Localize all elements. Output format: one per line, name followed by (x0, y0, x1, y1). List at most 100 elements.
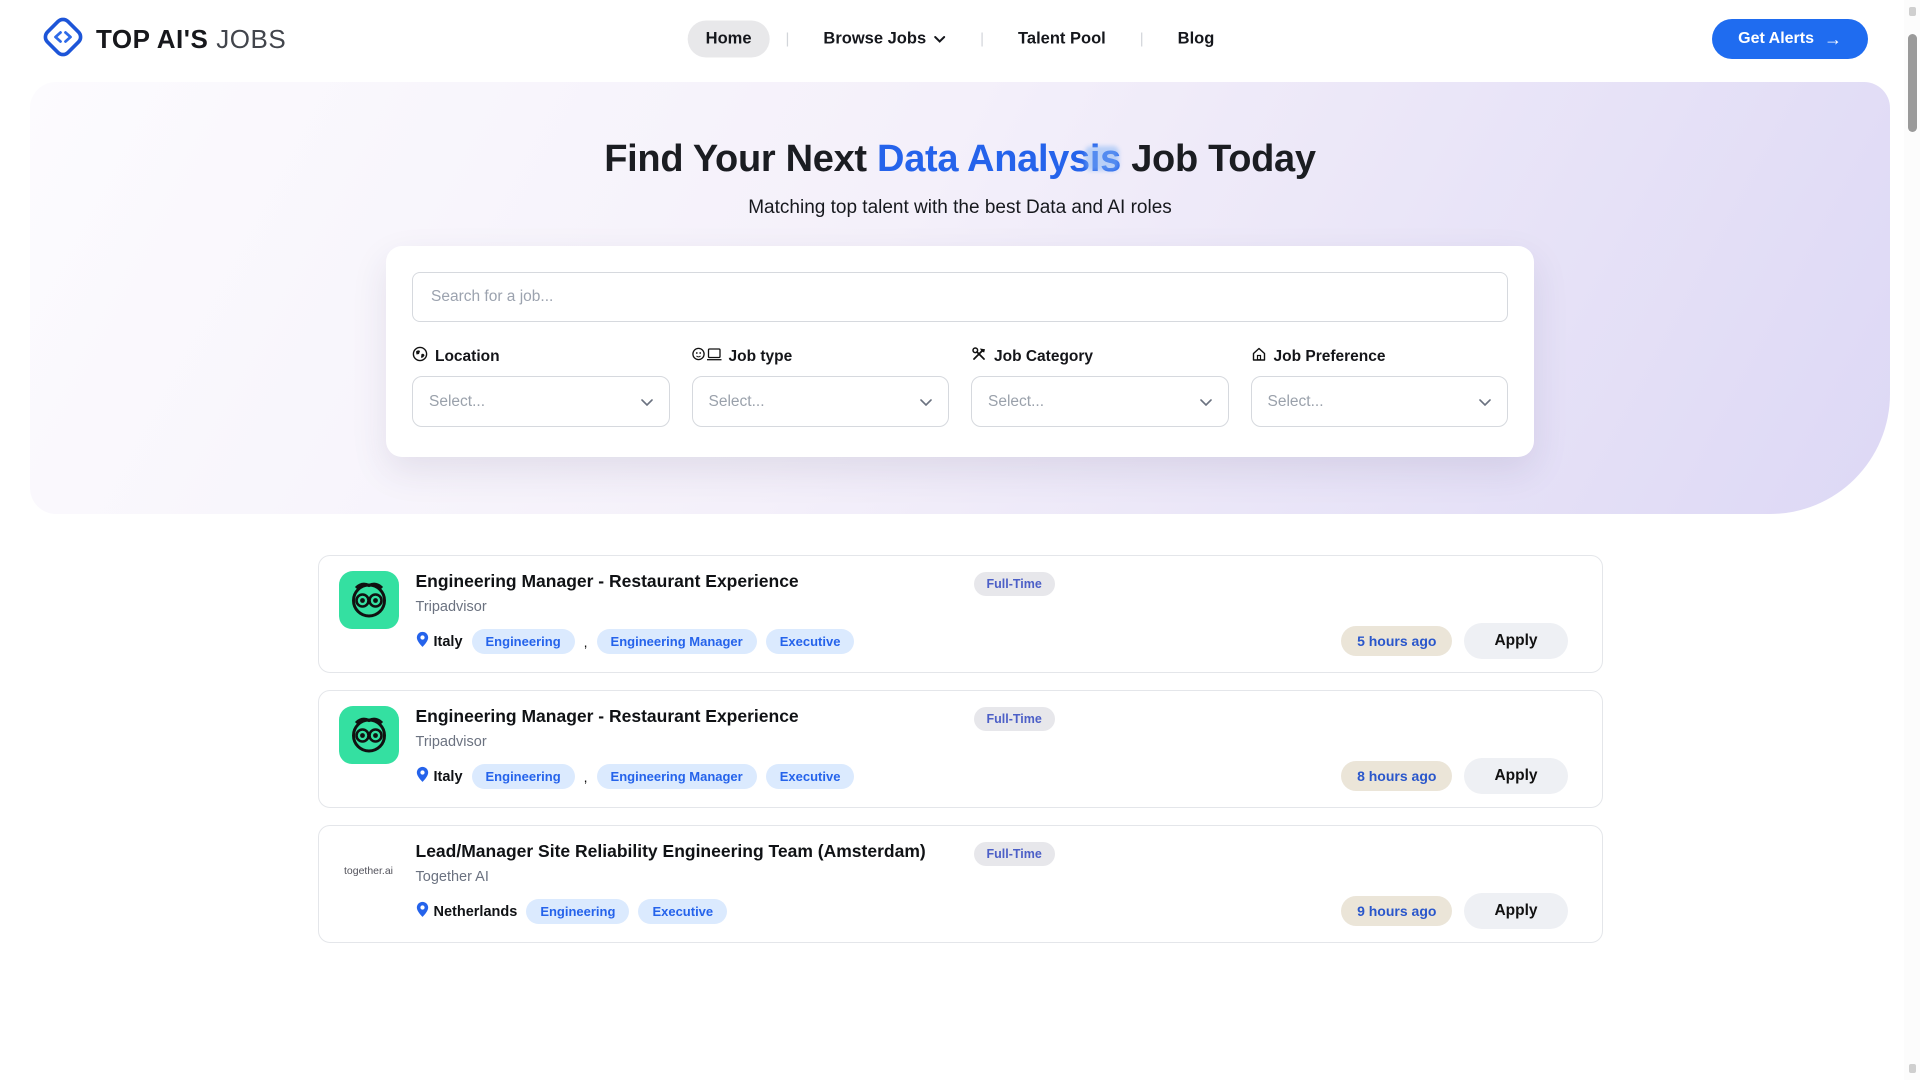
brand-name-light: JOBS (216, 24, 286, 54)
map-pin-icon (416, 766, 429, 787)
filters-row: Location Select... Job type (412, 346, 1508, 427)
job-type-select[interactable]: Select... (692, 376, 950, 427)
job-tag: Executive (638, 899, 727, 924)
job-title[interactable]: Engineering Manager - Restaurant Experie… (416, 571, 855, 592)
filter-job-category: Job Category Select... (971, 346, 1229, 427)
hero-subtitle: Matching top talent with the best Data a… (30, 197, 1890, 219)
filter-location: Location Select... (412, 346, 670, 427)
job-info: Engineering Manager - Restaurant Experie… (416, 571, 855, 654)
job-tags: EngineeringExecutive (526, 899, 727, 924)
job-type-badge: Full-Time (974, 572, 1055, 596)
job-actions: 8 hours ago Apply (1341, 758, 1567, 794)
filter-job-type: Job type Select... (692, 346, 950, 427)
company-logo (339, 571, 399, 631)
chevron-down-icon (1200, 393, 1212, 411)
chevron-down-icon (641, 393, 653, 411)
hero-section: Find Your Next Data Analysis Job Today M… (30, 82, 1890, 514)
tripadvisor-logo (339, 571, 399, 631)
job-location: Italy (416, 631, 463, 652)
job-preference-select[interactable]: Select... (1251, 376, 1509, 427)
job-tag: Executive (766, 764, 855, 789)
job-card[interactable]: together.ai Lead/Manager Site Reliabilit… (318, 825, 1603, 943)
job-info: Engineering Manager - Restaurant Experie… (416, 706, 855, 789)
job-location-text: Italy (434, 769, 463, 785)
globe-icon (412, 346, 428, 367)
filter-location-label: Location (412, 346, 670, 367)
chevron-down-icon (1479, 393, 1491, 411)
job-location: Netherlands (416, 901, 518, 922)
arrow-right-icon: → (1824, 30, 1842, 48)
job-tag: Engineering (472, 764, 575, 789)
apply-button[interactable]: Apply (1464, 893, 1567, 929)
scrollbar-thumb[interactable] (1908, 34, 1917, 132)
tag-separator: , (584, 769, 588, 785)
scroll-down-icon[interactable] (1909, 1064, 1916, 1073)
job-meta: Italy Engineering, Engineering Manager Exe… (416, 764, 855, 789)
job-category-select[interactable]: Select... (971, 376, 1229, 427)
job-location: Italy (416, 766, 463, 787)
job-company: Tripadvisor (416, 734, 855, 750)
brand-name: TOP AI'S JOBS (96, 24, 286, 55)
map-pin-icon (416, 901, 429, 922)
page-title: Find Your Next Data Analysis Job Today (30, 138, 1890, 181)
hero-highlight: Data Analysis (877, 138, 1121, 181)
chevron-down-icon (920, 393, 932, 411)
nav-separator: | (980, 31, 984, 48)
job-tags: Engineering, Engineering Manager Executive (472, 629, 855, 654)
get-alerts-label: Get Alerts (1738, 30, 1814, 48)
nav-item-home[interactable]: Home (688, 21, 770, 58)
job-title[interactable]: Lead/Manager Site Reliability Engineerin… (416, 841, 926, 862)
apply-button[interactable]: Apply (1464, 623, 1567, 659)
job-tags: Engineering, Engineering Manager Executive (472, 764, 855, 789)
nav-item-blog[interactable]: Blog (1160, 21, 1233, 58)
scroll-up-icon[interactable] (1909, 7, 1916, 16)
nav-item-talent-pool[interactable]: Talent Pool (1000, 21, 1124, 58)
company-logo: together.ai (339, 841, 399, 901)
site-header: TOP AI'S JOBS Home | Browse Jobs | Talent Poo… (0, 0, 1920, 78)
nav-item-browse-jobs[interactable]: Browse Jobs (805, 21, 964, 58)
brand-logo[interactable]: TOP AI'S JOBS (40, 14, 286, 65)
job-tag: Executive (766, 629, 855, 654)
posted-badge: 8 hours ago (1341, 761, 1452, 791)
job-card[interactable]: Engineering Manager - Restaurant Experie… (318, 690, 1603, 808)
typing-caret (1085, 146, 1119, 171)
job-title[interactable]: Engineering Manager - Restaurant Experie… (416, 706, 855, 727)
nav-separator: | (1140, 31, 1144, 48)
filter-job-category-label: Job Category (971, 346, 1229, 367)
chevron-down-icon (934, 30, 946, 49)
job-info: Lead/Manager Site Reliability Engineerin… (416, 841, 926, 924)
job-meta: Netherlands EngineeringExecutive (416, 899, 926, 924)
get-alerts-button[interactable]: Get Alerts → (1712, 19, 1868, 59)
filter-job-preference-label: Job Preference (1251, 346, 1509, 367)
job-type-badge: Full-Time (974, 707, 1055, 731)
map-pin-icon (416, 631, 429, 652)
posted-badge: 9 hours ago (1341, 896, 1452, 926)
scrollbar-track[interactable] (1904, 0, 1920, 1080)
main-nav: Home | Browse Jobs | Talent Pool | Blog (688, 21, 1233, 58)
title-prefix: Find Your Next (604, 138, 877, 180)
job-tag: Engineering Manager (597, 764, 757, 789)
job-actions: 5 hours ago Apply (1341, 623, 1567, 659)
title-suffix: Job Today (1121, 138, 1316, 180)
posted-badge: 5 hours ago (1341, 626, 1452, 656)
job-location-text: Netherlands (434, 904, 518, 920)
apply-button[interactable]: Apply (1464, 758, 1567, 794)
technologist-icon (692, 346, 722, 367)
filter-job-type-label: Job type (692, 346, 950, 367)
job-tag: Engineering Manager (597, 629, 757, 654)
nav-separator: | (786, 31, 790, 48)
house-icon (1251, 346, 1267, 367)
together-ai-logo: together.ai (344, 865, 393, 877)
tripadvisor-logo (339, 706, 399, 766)
tag-separator: , (584, 634, 588, 650)
job-tag: Engineering (472, 629, 575, 654)
location-select[interactable]: Select... (412, 376, 670, 427)
job-list: Engineering Manager - Restaurant Experie… (318, 555, 1603, 943)
filter-job-preference: Job Preference Select... (1251, 346, 1509, 427)
company-logo (339, 706, 399, 766)
brand-name-bold: TOP AI'S (96, 24, 208, 54)
job-meta: Italy Engineering, Engineering Manager Exe… (416, 629, 855, 654)
job-card[interactable]: Engineering Manager - Restaurant Experie… (318, 555, 1603, 673)
job-location-text: Italy (434, 634, 463, 650)
search-input[interactable] (412, 272, 1508, 322)
